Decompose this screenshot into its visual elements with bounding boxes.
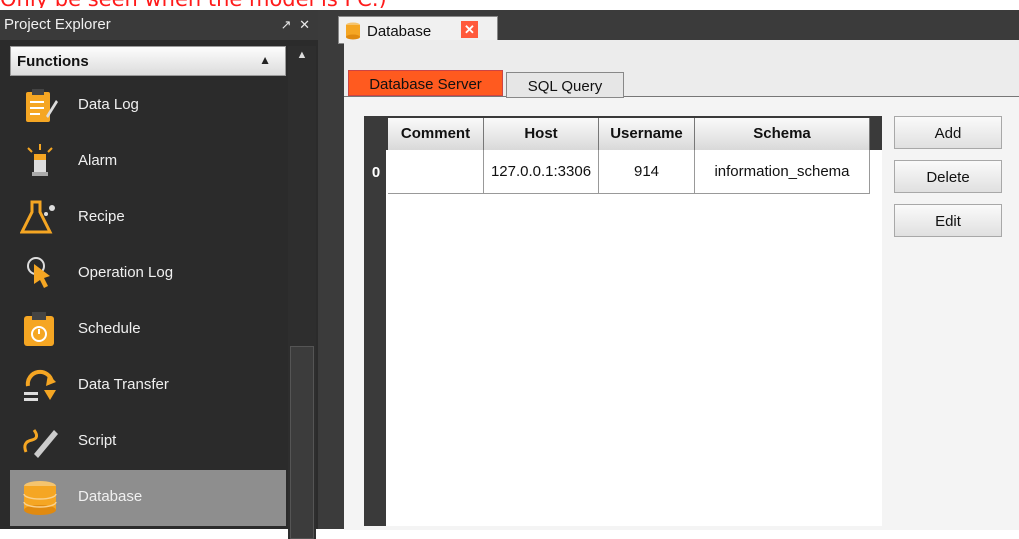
cell-value: 127.0.0.1:3306 [490, 163, 592, 180]
data-log-icon [20, 86, 60, 126]
project-explorer-panel: Project Explorer ↗ ✕ Functions ▲ Data Lo… [0, 10, 318, 539]
column-header-label: Host [524, 125, 558, 142]
function-item-label: Data Log [78, 96, 139, 113]
function-item-data-log[interactable]: Data Log [10, 78, 286, 134]
column-header-label: Comment [400, 125, 471, 142]
tab-database-label: Database [367, 23, 432, 40]
explorer-title-bar: Project Explorer ↗ ✕ [0, 10, 318, 40]
function-item-label: Schedule [78, 320, 141, 337]
data-transfer-icon [20, 366, 60, 406]
function-item-label: Database [78, 488, 143, 505]
delete-button[interactable]: Delete [894, 160, 1002, 193]
tab-sql-query[interactable]: SQL Query [506, 72, 624, 98]
function-item-label: Data Transfer [78, 376, 169, 393]
schedule-icon [20, 310, 60, 350]
column-header-schema[interactable]: Schema [695, 118, 870, 150]
table-body [386, 150, 882, 526]
edit-button[interactable]: Edit [894, 204, 1002, 237]
cell-value: 914 [633, 163, 660, 180]
table-cell-host[interactable]: 127.0.0.1:3306 [484, 150, 599, 194]
chevron-up-icon[interactable]: ▲ [259, 53, 271, 67]
tab-database-server[interactable]: Database Server [348, 70, 503, 96]
column-header-host[interactable]: Host [484, 118, 599, 150]
explorer-scrollbar[interactable]: ▲ [288, 46, 316, 539]
table-cell-username[interactable]: 914 [599, 150, 695, 194]
tab-sql-query-label: SQL Query [527, 78, 603, 95]
database-tab-icon [345, 22, 361, 40]
function-item-schedule[interactable]: Schedule [10, 302, 286, 358]
delete-button-label: Delete [926, 169, 970, 186]
column-header-username[interactable]: Username [599, 118, 695, 150]
functions-list: Data Log Alarm Recipe Operation Log Sche… [10, 78, 286, 539]
function-item-script[interactable]: Script [10, 414, 286, 470]
function-item-alarm[interactable]: Alarm [10, 134, 286, 190]
column-header-label: Schema [753, 125, 811, 142]
function-item-data-transfer[interactable]: Data Transfer [10, 358, 286, 414]
window-controls[interactable]: ↗ ✕ [281, 10, 312, 40]
function-item-label: Recipe [78, 208, 125, 225]
table-cell-comment[interactable] [388, 150, 484, 194]
column-header-comment[interactable]: Comment [388, 118, 484, 150]
table-cell-schema[interactable]: information_schema [695, 150, 870, 194]
database-icon [20, 478, 60, 518]
function-item-database[interactable]: Database [10, 470, 286, 526]
function-item-label: Script [78, 432, 117, 449]
script-icon [20, 422, 60, 462]
alarm-icon [20, 142, 60, 182]
add-button-label: Add [934, 125, 962, 142]
add-button[interactable]: Add [894, 116, 1002, 149]
edit-button-label: Edit [935, 213, 961, 230]
column-header-label: Username [610, 125, 683, 142]
function-item-recipe[interactable]: Recipe [10, 190, 286, 246]
explorer-title: Project Explorer [4, 16, 111, 33]
functions-header-label: Functions [17, 53, 89, 70]
row-index[interactable]: 0 [366, 164, 386, 181]
caption-text: Only be seen when the model is PC.) [0, 0, 1019, 8]
cell-value: information_schema [714, 163, 850, 180]
functions-section-header[interactable]: Functions ▲ [10, 46, 286, 76]
scrollbar-thumb[interactable] [290, 346, 314, 539]
close-tab-icon[interactable]: ✕ [461, 21, 478, 38]
recipe-icon [20, 198, 60, 238]
function-item-label: Alarm [78, 152, 118, 169]
tab-database-server-label: Database Server [369, 76, 482, 93]
function-item-operation-log[interactable]: Operation Log [10, 246, 286, 302]
scroll-up-arrow-icon[interactable]: ▲ [288, 46, 316, 64]
operation-log-icon [20, 254, 60, 294]
function-item-label: Operation Log [78, 264, 174, 281]
